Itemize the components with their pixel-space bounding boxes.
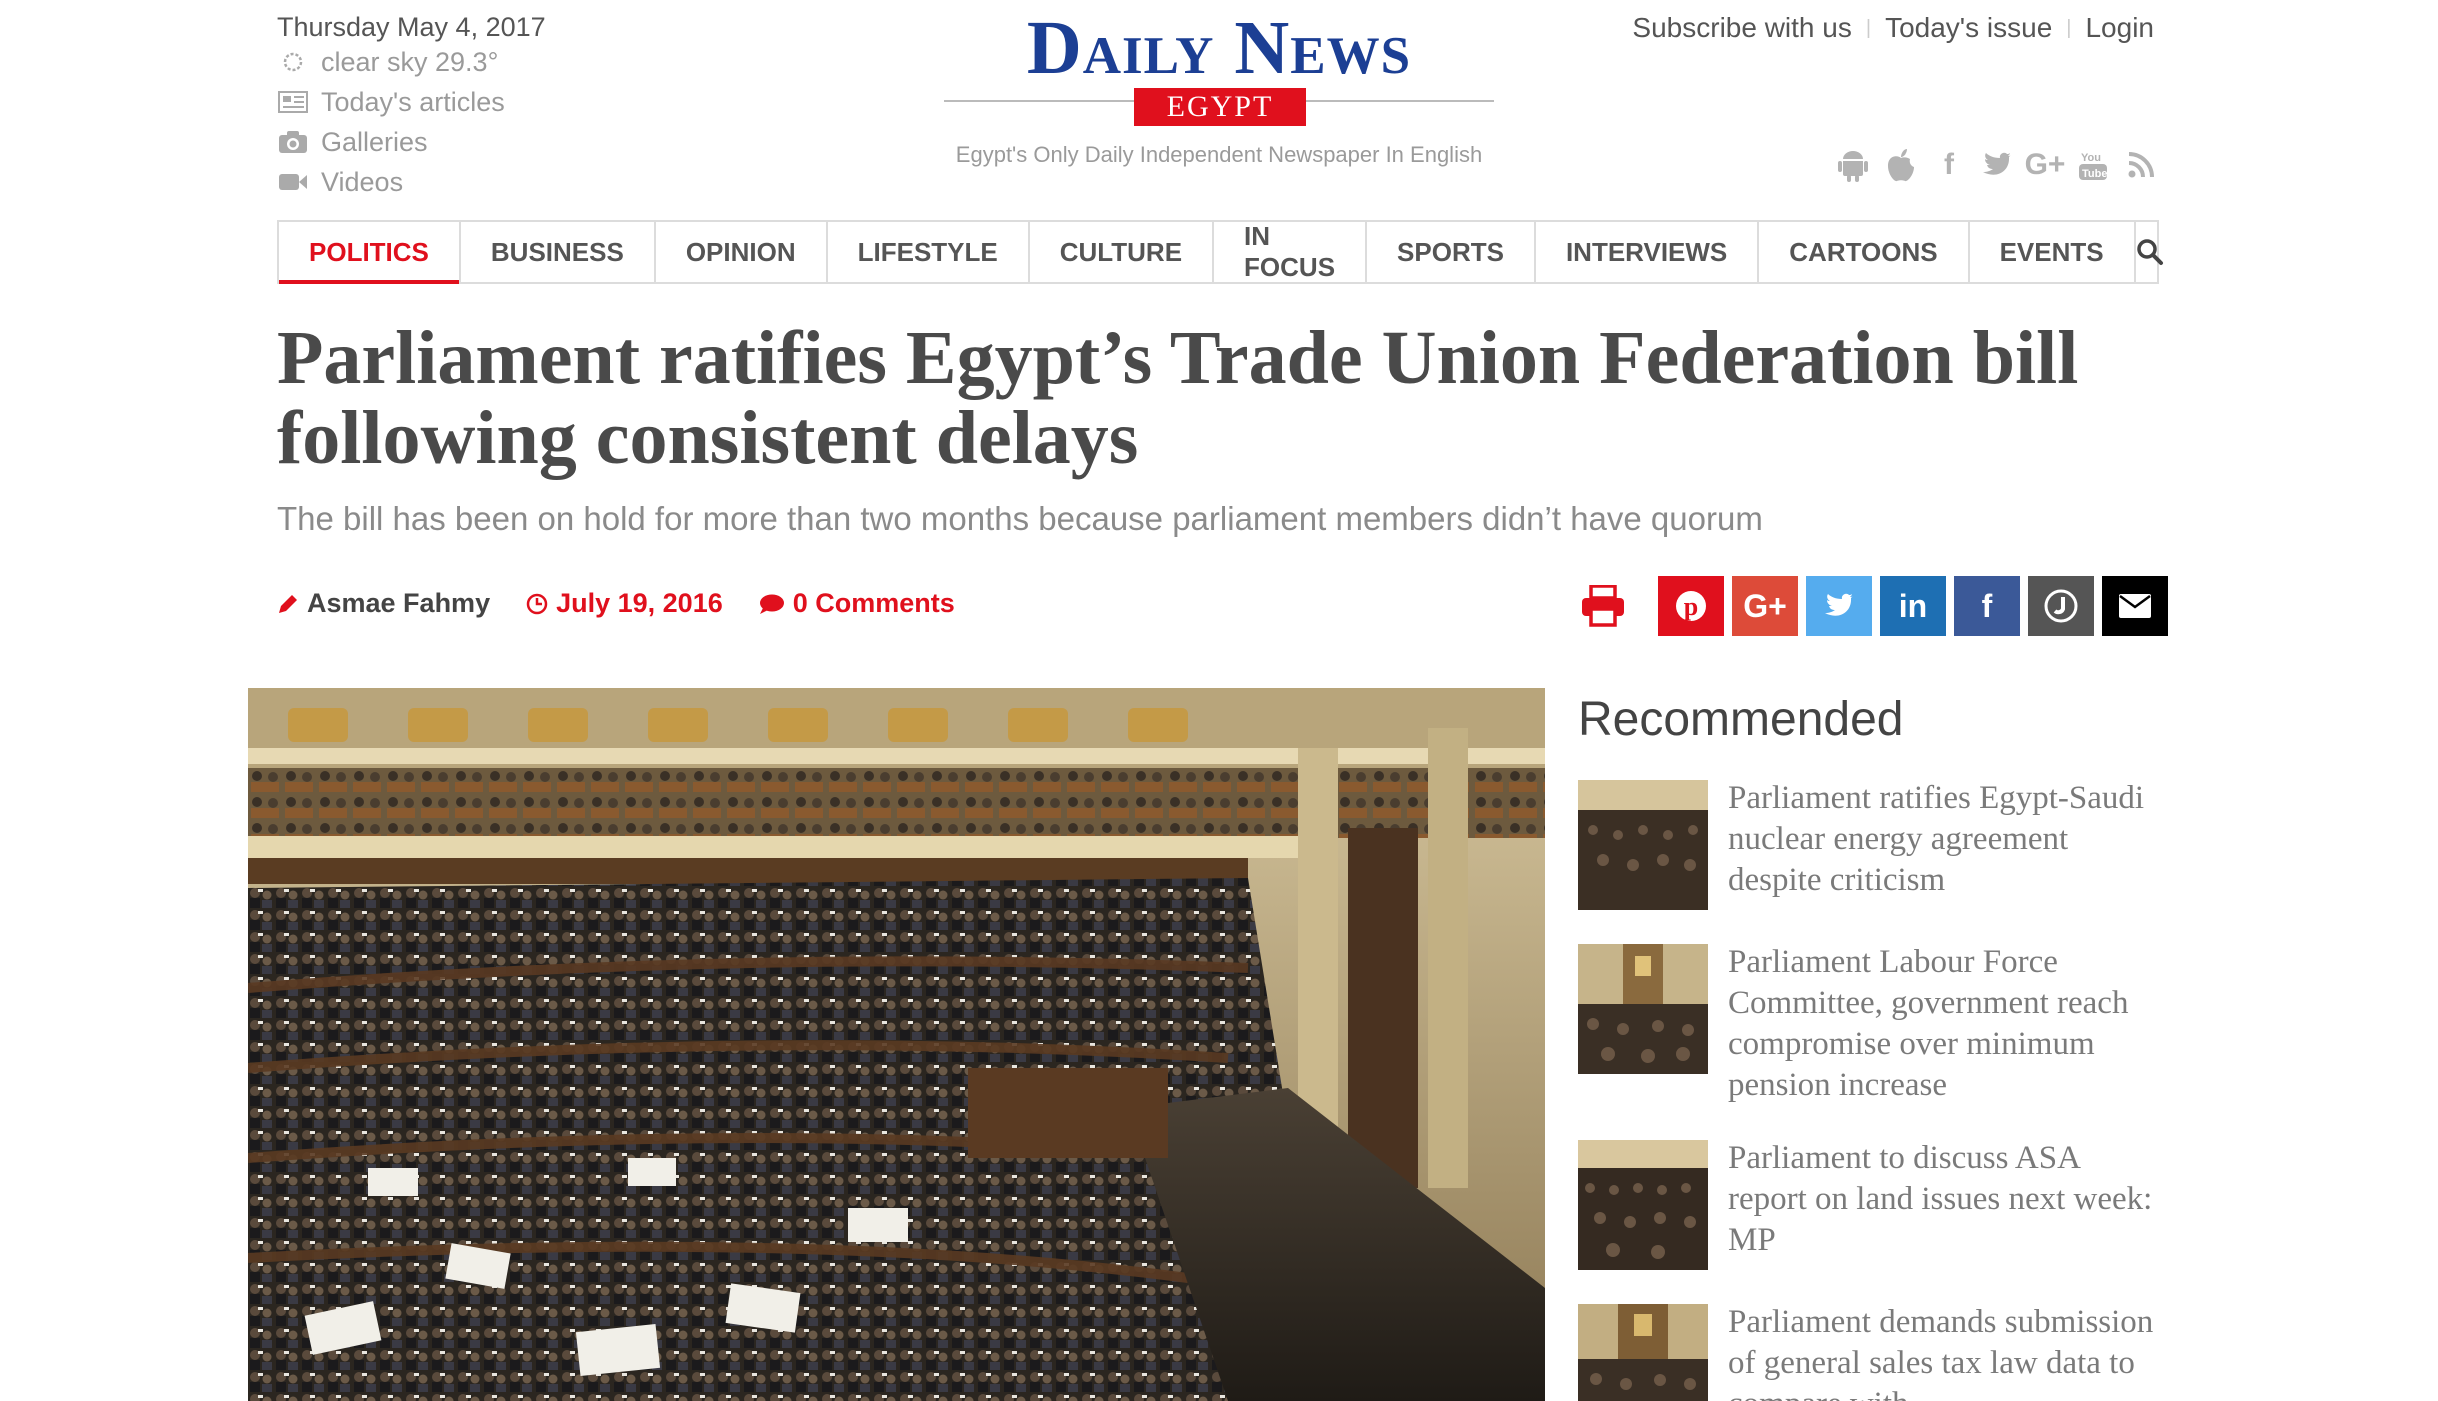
- recommended-list: Parliament ratifies Egypt-Saudi nuclear …: [1578, 780, 2158, 1401]
- print-button[interactable]: [1570, 576, 1636, 636]
- recommended-title[interactable]: Parliament demands submission of general…: [1728, 1302, 2158, 1401]
- comments-link[interactable]: 0 Comments: [759, 588, 955, 619]
- nav-item-events[interactable]: EVENTS: [1970, 222, 2136, 282]
- clock-icon: [526, 593, 548, 614]
- galleries-link[interactable]: Galleries: [277, 122, 546, 162]
- nav-item-business[interactable]: BUSINESS: [461, 222, 656, 282]
- recommended-title[interactable]: Parliament to discuss ASA report on land…: [1728, 1138, 2158, 1261]
- nav-item-culture[interactable]: CULTURE: [1030, 222, 1215, 282]
- share-bar: p G+ in f: [1570, 576, 2168, 636]
- recommended-item[interactable]: Parliament ratifies Egypt-Saudi nuclear …: [1578, 780, 2158, 910]
- svg-text:p: p: [1684, 592, 1698, 621]
- share-service-icon: [2044, 589, 2078, 623]
- recommended-heading: Recommended: [1578, 693, 1904, 746]
- videos-label: Videos: [321, 166, 404, 197]
- article-date: July 19, 2016: [526, 588, 723, 619]
- svg-text:Tube: Tube: [2082, 168, 2107, 180]
- article-date-text: July 19, 2016: [556, 588, 723, 618]
- subscribe-link[interactable]: Subscribe with us: [1632, 12, 1851, 44]
- article-title: Parliament ratifies Egypt’s Trade Union …: [277, 316, 2079, 480]
- header-left: Thursday May 4, 2017 clear sky 29.3° Tod…: [277, 12, 546, 202]
- recommended-item[interactable]: Parliament to discuss ASA report on land…: [1578, 1140, 2158, 1270]
- author-name: Asmae Fahmy: [307, 588, 491, 618]
- nav-item-lifestyle[interactable]: LIFESTYLE: [828, 222, 1030, 282]
- linkedin-icon: in: [1898, 587, 1928, 624]
- todays-articles-link[interactable]: Today's articles: [277, 82, 546, 122]
- recommended-title[interactable]: Parliament ratifies Egypt-Saudi nuclear …: [1728, 778, 2158, 901]
- comment-icon: [759, 594, 784, 614]
- account-links: Subscribe with us | Today's issue | Logi…: [1632, 12, 2154, 44]
- camera-icon: [277, 128, 309, 156]
- other-share-button[interactable]: [2028, 576, 2094, 636]
- divider: |: [1865, 16, 1872, 39]
- current-date: Thursday May 4, 2017: [277, 12, 546, 42]
- twitter-icon: [1825, 593, 1853, 616]
- videos-link[interactable]: Videos: [277, 162, 546, 202]
- search-button[interactable]: [2136, 222, 2164, 282]
- android-icon[interactable]: [1836, 148, 1870, 182]
- article-meta: Asmae Fahmy July 19, 2016 0 Comments: [277, 588, 955, 619]
- facebook-icon[interactable]: f: [1932, 148, 1966, 182]
- nav-item-interviews[interactable]: INTERVIEWS: [1536, 222, 1760, 282]
- linkedin-share-button[interactable]: in: [1880, 576, 1946, 636]
- rss-icon[interactable]: [2124, 148, 2158, 182]
- twitter-icon[interactable]: [1980, 148, 2014, 182]
- sun-icon: [277, 48, 309, 76]
- newspaper-icon: [277, 88, 309, 116]
- recommended-thumbnail[interactable]: [1578, 1304, 1708, 1401]
- main-nav: POLITICS BUSINESS OPINION LIFESTYLE CULT…: [277, 220, 2163, 284]
- todays-articles-label: Today's articles: [321, 86, 505, 117]
- svg-text:You: You: [2081, 152, 2101, 164]
- pencil-icon: [279, 594, 297, 613]
- facebook-icon: f: [1981, 587, 1993, 624]
- nav-item-sports[interactable]: SPORTS: [1367, 222, 1536, 282]
- nav-item-opinion[interactable]: OPINION: [656, 222, 828, 282]
- twitter-share-button[interactable]: [1806, 576, 1872, 636]
- logo-brand: Daily News: [1026, 6, 1412, 90]
- logo-tagline: Egypt's Only Daily Independent Newspaper…: [955, 142, 1483, 167]
- article-hero-image: [248, 688, 1545, 1401]
- weather-text: clear sky 29.3°: [321, 46, 499, 77]
- site-logo[interactable]: Daily News EGYPT Egypt's Only Daily Inde…: [944, 8, 1494, 168]
- social-links: f G+ You Tube: [1836, 148, 2158, 182]
- search-icon: [2136, 239, 2163, 265]
- recommended-thumbnail[interactable]: [1578, 780, 1708, 910]
- nav-item-cartoons[interactable]: CARTOONS: [1759, 222, 1970, 282]
- youtube-icon[interactable]: You Tube: [2076, 148, 2110, 182]
- google-plus-icon[interactable]: G+: [2025, 148, 2066, 182]
- google-plus-share-button[interactable]: G+: [1732, 576, 1798, 636]
- recommended-thumbnail[interactable]: [1578, 1140, 1708, 1270]
- email-share-button[interactable]: [2102, 576, 2168, 636]
- google-plus-icon: G+: [1743, 587, 1787, 624]
- recommended-thumbnail[interactable]: [1578, 944, 1708, 1074]
- video-camera-icon: [277, 168, 309, 196]
- nav-item-politics[interactable]: POLITICS: [279, 222, 461, 284]
- apple-icon[interactable]: [1884, 148, 1918, 182]
- todays-issue-link[interactable]: Today's issue: [1885, 12, 2052, 44]
- logo-egypt-badge: EGYPT: [1134, 88, 1306, 126]
- envelope-icon: [2119, 594, 2151, 618]
- weather: clear sky 29.3°: [277, 42, 546, 82]
- comments-count: 0 Comments: [792, 588, 955, 618]
- galleries-label: Galleries: [321, 126, 428, 157]
- recommended-item[interactable]: Parliament Labour Force Committee, gover…: [1578, 944, 2158, 1106]
- recommended-item[interactable]: Parliament demands submission of general…: [1578, 1304, 2158, 1401]
- nav-item-in-focus[interactable]: IN FOCUS: [1214, 221, 1368, 282]
- divider: |: [2066, 16, 2072, 39]
- print-icon: [1582, 585, 1624, 627]
- author-link[interactable]: Asmae Fahmy: [277, 588, 490, 619]
- facebook-share-button[interactable]: f: [1954, 576, 2020, 636]
- article-subtitle: The bill has been on hold for more than …: [277, 500, 1763, 537]
- pinterest-icon: p: [1676, 591, 1706, 621]
- pinterest-share-button[interactable]: p: [1658, 576, 1724, 636]
- recommended-title[interactable]: Parliament Labour Force Committee, gover…: [1728, 942, 2158, 1106]
- login-link[interactable]: Login: [2085, 12, 2154, 44]
